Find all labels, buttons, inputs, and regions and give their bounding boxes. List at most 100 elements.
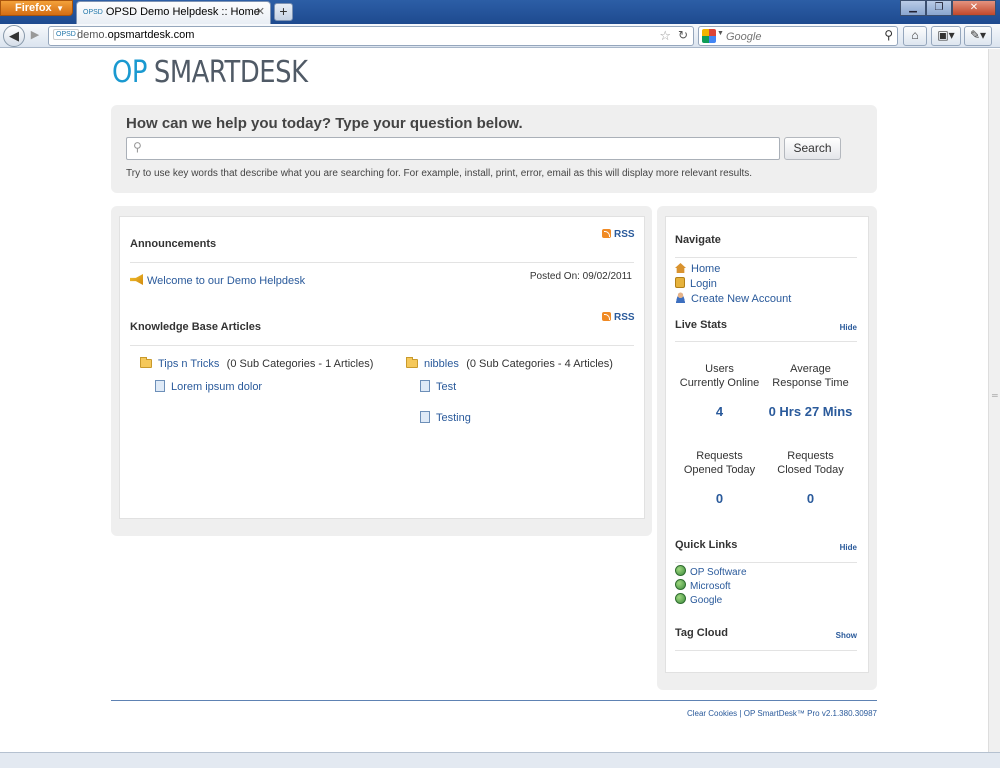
browser-tab-active[interactable]: OPSD OPSD Demo Helpdesk :: Home ✕	[76, 1, 271, 24]
kb-article-link[interactable]: Lorem ipsum dolor	[171, 381, 262, 393]
stat-value-closed-today: 0	[806, 491, 815, 506]
kb-article: Test	[420, 379, 456, 393]
quick-link[interactable]: Microsoft	[690, 581, 731, 592]
globe-icon	[675, 579, 686, 590]
stat-label-closed-today: Requests Closed Today	[763, 449, 858, 477]
kb-category-meta: (0 Sub Categories - 4 Articles)	[466, 358, 613, 370]
new-tab-button[interactable]: +	[274, 3, 293, 21]
quick-link[interactable]: Google	[690, 595, 722, 606]
nav-item-login[interactable]: Login	[675, 276, 717, 290]
stat-label-line: Requests	[787, 450, 834, 462]
tag-cloud-show-toggle[interactable]: Show	[836, 631, 857, 640]
reload-icon[interactable]: ↻	[678, 28, 688, 42]
stat-value-opened-today: 0	[715, 491, 724, 506]
stat-label-line: Opened Today	[683, 464, 756, 476]
minimize-icon[interactable]: ▁	[900, 0, 926, 16]
nav-link[interactable]: Login	[690, 278, 717, 290]
search-hint: Try to use key words that describe what …	[126, 168, 752, 179]
divider	[675, 257, 857, 258]
bookmarks-button[interactable]: ▣▾	[931, 26, 961, 46]
stat-label-line: Currently Online	[679, 377, 760, 389]
quick-link-item[interactable]: Google	[675, 592, 722, 606]
quick-link-item[interactable]: Microsoft	[675, 578, 731, 592]
main-content-box: Announcements RSS Welcome to our Demo He…	[119, 216, 645, 519]
divider	[675, 341, 857, 342]
navigate-title: Navigate	[675, 234, 721, 246]
stat-value-response-time: 0 Hrs 27 Mins	[768, 404, 853, 419]
stat-label-users-online: Users Currently Online	[672, 362, 767, 390]
logo-op: OP	[112, 55, 148, 90]
kb-article: Lorem ipsum dolor	[155, 379, 262, 393]
tag-cloud-title: Tag Cloud	[675, 627, 728, 639]
footer-separator: |	[739, 709, 742, 718]
engine-dropdown-icon[interactable]: ▼	[717, 30, 724, 37]
vertical-scrollbar[interactable]: ═	[988, 49, 1000, 752]
announcements-title: Announcements	[130, 238, 217, 250]
lock-icon	[675, 277, 685, 288]
site-logo[interactable]: OP SMARTDESK	[112, 55, 308, 90]
folder-icon	[406, 357, 418, 368]
tab-close-icon[interactable]: ✕	[256, 2, 265, 23]
search-icon: ⚲	[133, 140, 142, 154]
kb-category-link[interactable]: Tips n Tricks	[158, 358, 219, 370]
addons-button[interactable]: ✎▾	[964, 26, 992, 46]
footer: Clear Cookies | OP SmartDesk™ Pro v2.1.3…	[687, 709, 877, 718]
stat-value-users-online: 4	[715, 404, 724, 419]
kb-rss-link[interactable]: RSS	[602, 312, 635, 323]
kb-category: nibbles (0 Sub Categories - 4 Articles)	[406, 356, 613, 370]
site-favicon-icon: OPSD	[83, 9, 103, 16]
divider	[675, 650, 857, 651]
stat-label-line: Closed Today	[777, 464, 844, 476]
quick-link[interactable]: OP Software	[690, 567, 747, 578]
kb-category-link[interactable]: nibbles	[424, 358, 459, 370]
nav-link[interactable]: Create New Account	[691, 293, 791, 305]
divider	[130, 262, 634, 263]
search-box[interactable]: ⚲	[126, 137, 780, 160]
browser-search-bar[interactable]: ▼ ⚲	[698, 26, 898, 46]
announcement-posted-date: Posted On: 09/02/2011	[529, 271, 632, 282]
search-heading: How can we help you today? Type your que…	[126, 115, 523, 132]
address-bar[interactable]: OPSD demo.opsmartdesk.com ☆ ↻	[48, 26, 694, 46]
quick-links-hide-toggle[interactable]: Hide	[840, 543, 857, 552]
footer-version: OP SmartDesk™ Pro v2.1.380.30987	[743, 709, 877, 718]
scroll-grip-icon[interactable]: ═	[992, 391, 998, 400]
document-icon	[155, 380, 165, 392]
restore-icon[interactable]: ❐	[926, 0, 952, 16]
firefox-menu-button[interactable]: Firefox ▼	[0, 0, 73, 16]
kb-article-link[interactable]: Test	[436, 381, 456, 393]
browser-search-input[interactable]	[726, 29, 876, 44]
clear-cookies-link[interactable]: Clear Cookies	[687, 709, 737, 718]
rss-label: RSS	[614, 229, 635, 240]
nav-item-home[interactable]: Home	[675, 261, 720, 275]
google-engine-icon[interactable]	[702, 29, 716, 43]
divider	[130, 345, 634, 346]
home-button[interactable]: ⌂	[903, 26, 927, 46]
back-button[interactable]: ◀	[3, 25, 25, 47]
globe-icon	[675, 593, 686, 604]
stat-label-line: Requests	[696, 450, 743, 462]
bookmark-star-icon[interactable]: ☆	[659, 28, 671, 44]
kb-article-link[interactable]: Testing	[436, 412, 471, 424]
nav-link[interactable]: Home	[691, 263, 720, 275]
stat-label-response-time: Average Response Time	[763, 362, 858, 390]
announcements-rss-link[interactable]: RSS	[602, 229, 635, 240]
nav-item-create-account[interactable]: Create New Account	[675, 291, 791, 305]
stat-label-line: Users	[705, 363, 734, 375]
search-input[interactable]	[149, 140, 769, 157]
globe-icon	[675, 565, 686, 576]
announcement-link[interactable]: Welcome to our Demo Helpdesk	[147, 275, 305, 287]
search-button[interactable]: Search	[784, 137, 841, 160]
rss-icon	[602, 229, 611, 238]
url-text[interactable]: demo.opsmartdesk.com	[77, 29, 194, 41]
megaphone-icon	[130, 274, 143, 285]
site-identity-icon[interactable]: OPSD	[53, 29, 79, 40]
kb-category-meta: (0 Sub Categories - 1 Articles)	[226, 358, 374, 370]
search-icon[interactable]: ⚲	[884, 28, 893, 42]
browser-titlebar: Firefox ▼ OPSD OPSD Demo Helpdesk :: Home …	[0, 0, 1000, 24]
search-panel: How can we help you today? Type your que…	[111, 105, 877, 193]
window-controls: ▁ ❐ ✕	[900, 0, 996, 16]
live-stats-hide-toggle[interactable]: Hide	[840, 323, 857, 332]
quick-link-item[interactable]: OP Software	[675, 564, 747, 578]
forward-button[interactable]: ▶	[26, 28, 44, 44]
window-close-icon[interactable]: ✕	[952, 0, 996, 16]
